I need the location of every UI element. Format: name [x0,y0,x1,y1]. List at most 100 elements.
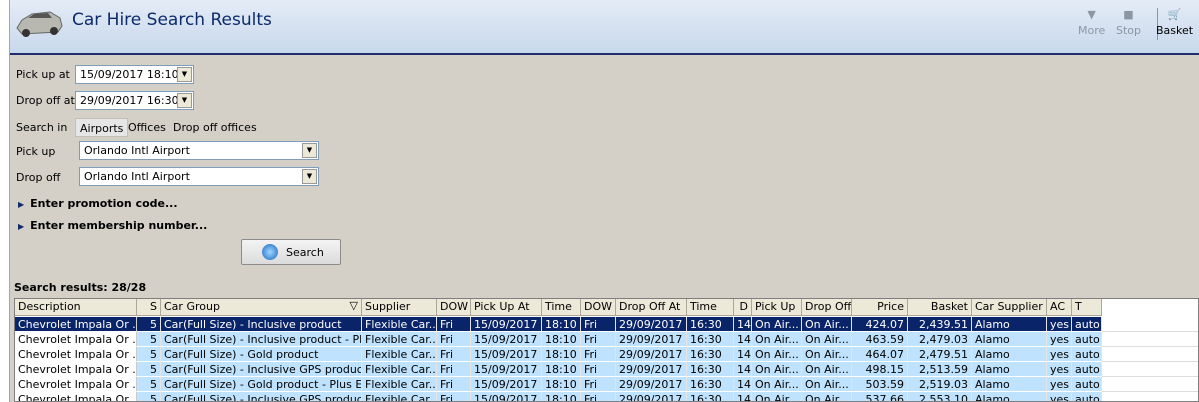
table-cell[interactable]: 5 [137,317,161,332]
table-cell[interactable]: 15/09/2017 [471,377,542,392]
table-cell[interactable]: yes [1047,332,1072,347]
table-cell[interactable]: 2,439.51 [908,317,972,332]
column-header[interactable]: AC [1047,299,1072,316]
table-cell[interactable]: Car(Full Size) - Inclusive product [161,317,362,332]
table-cell[interactable]: Chevrolet Impala Or ... [15,347,137,362]
table-cell[interactable]: On Air... [802,347,852,362]
table-cell[interactable]: 503.59 [852,377,908,392]
table-row[interactable]: Chevrolet Impala Or ... 5 Car(Full Size) -… [15,392,1198,401]
table-cell[interactable]: Chevrolet Impala Or ... [15,362,137,377]
column-header[interactable]: Pick Up [752,299,802,316]
table-cell[interactable]: Fri [437,392,471,401]
table-cell[interactable]: 18:10 [542,392,581,401]
table-cell[interactable]: yes [1047,347,1072,362]
table-cell[interactable]: On Air... [752,362,802,377]
column-header[interactable]: T [1072,299,1102,316]
table-cell[interactable]: 14 [734,362,752,377]
table-cell[interactable]: 18:10 [542,347,581,362]
stop-button[interactable]: ■ Stop [1116,8,1141,37]
column-header[interactable]: Drop Off At [616,299,687,316]
table-row[interactable]: Chevrolet Impala Or ... 5 Car(Full Size) -… [15,332,1198,347]
pickup-location-select[interactable]: Orlando Intl Airport ▼ [79,141,319,160]
table-cell[interactable]: 5 [137,347,161,362]
table-cell[interactable]: 18:10 [542,377,581,392]
table-cell[interactable]: 14 [734,392,752,401]
table-cell[interactable]: On Air... [752,332,802,347]
table-cell[interactable]: 15/09/2017 [471,362,542,377]
column-header[interactable]: Description [15,299,137,316]
dropdown-arrow-icon[interactable]: ▼ [302,143,317,158]
table-cell[interactable]: 464.07 [852,347,908,362]
table-cell[interactable]: On Air... [802,332,852,347]
table-cell[interactable]: 29/09/2017 [616,317,687,332]
table-cell[interactable]: Chevrolet Impala Or ... [15,332,137,347]
table-cell[interactable]: Fri [437,362,471,377]
table-cell[interactable]: 5 [137,392,161,401]
table-cell[interactable]: Fri [581,332,616,347]
table-row[interactable]: Chevrolet Impala Or ... 5 Car(Full Size) -… [15,317,1198,332]
column-header[interactable]: Supplier [362,299,437,316]
pickup-at-field[interactable]: 15/09/2017 18:10 ▼ [75,65,194,84]
table-cell[interactable]: 15/09/2017 [471,317,542,332]
table-cell[interactable]: 14 [734,347,752,362]
table-cell[interactable]: 29/09/2017 [616,362,687,377]
column-header[interactable]: Car Group ▽ [161,299,362,316]
table-cell[interactable]: 18:10 [542,362,581,377]
table-cell[interactable]: 29/09/2017 [616,332,687,347]
tab-drop-off-offices[interactable]: Drop off offices [169,118,261,137]
results-grid[interactable]: Description S Car Group ▽ Supplier DOW Pick Up… [14,298,1199,402]
table-cell[interactable]: auto [1072,347,1102,362]
table-cell[interactable]: yes [1047,392,1072,401]
table-row[interactable]: Chevrolet Impala Or ... 5 Car(Full Size) -… [15,347,1198,362]
table-cell[interactable]: Flexible Car... [362,332,437,347]
table-cell[interactable]: 498.15 [852,362,908,377]
table-cell[interactable]: On Air... [752,347,802,362]
dropoff-at-field[interactable]: 29/09/2017 16:30 ▼ [75,91,194,110]
dropdown-arrow-icon[interactable]: ▼ [302,169,317,184]
table-cell[interactable]: yes [1047,317,1072,332]
table-cell[interactable]: 14 [734,332,752,347]
table-cell[interactable]: 15/09/2017 [471,347,542,362]
table-cell[interactable]: 424.07 [852,317,908,332]
table-cell[interactable]: Fri [437,317,471,332]
table-cell[interactable]: Flexible Car... [362,317,437,332]
column-header[interactable]: Time [687,299,734,316]
table-cell[interactable]: 29/09/2017 [616,347,687,362]
table-row[interactable]: Chevrolet Impala Or ... 5 Car(Full Size) -… [15,362,1198,377]
table-cell[interactable]: Fri [581,377,616,392]
table-cell[interactable]: auto [1072,332,1102,347]
table-cell[interactable]: 2,513.59 [908,362,972,377]
table-cell[interactable]: Fri [581,347,616,362]
table-cell[interactable]: Car(Full Size) - Gold product [161,347,362,362]
dropdown-arrow-icon[interactable]: ▼ [177,93,192,108]
table-cell[interactable]: On Air... [752,377,802,392]
table-cell[interactable]: yes [1047,362,1072,377]
table-cell[interactable]: On Air... [752,317,802,332]
table-cell[interactable]: 16:30 [687,317,734,332]
column-header[interactable]: DOW [437,299,471,316]
table-cell[interactable]: 2,519.03 [908,377,972,392]
column-header[interactable]: DOW [581,299,616,316]
filter-icon[interactable]: ▽ [350,299,358,312]
table-cell[interactable]: Car(Full Size) - Inclusive product - Plu… [161,332,362,347]
table-cell[interactable]: Car(Full Size) - Gold product - Plus Ex.… [161,377,362,392]
table-cell[interactable]: On Air... [802,377,852,392]
table-cell[interactable]: 29/09/2017 [616,392,687,401]
column-header[interactable]: Basket [908,299,972,316]
table-cell[interactable]: 2,479.51 [908,347,972,362]
table-cell[interactable]: 16:30 [687,362,734,377]
column-header[interactable]: S [137,299,161,316]
table-cell[interactable]: Flexible Car... [362,347,437,362]
table-cell[interactable]: auto [1072,317,1102,332]
table-cell[interactable]: 16:30 [687,347,734,362]
table-cell[interactable]: 537.66 [852,392,908,401]
promotion-code-expander[interactable]: ▶ Enter promotion code... [18,197,178,210]
column-header[interactable]: Car Supplier [972,299,1047,316]
table-cell[interactable]: 14 [734,377,752,392]
table-cell[interactable]: 15/09/2017 [471,332,542,347]
more-button[interactable]: ▼ More [1078,8,1105,37]
table-cell[interactable]: 29/09/2017 [616,377,687,392]
table-cell[interactable]: Chevrolet Impala Or ... [15,377,137,392]
table-cell[interactable]: Car(Full Size) - Inclusive GPS product [161,362,362,377]
table-cell[interactable]: On Air... [802,392,852,401]
